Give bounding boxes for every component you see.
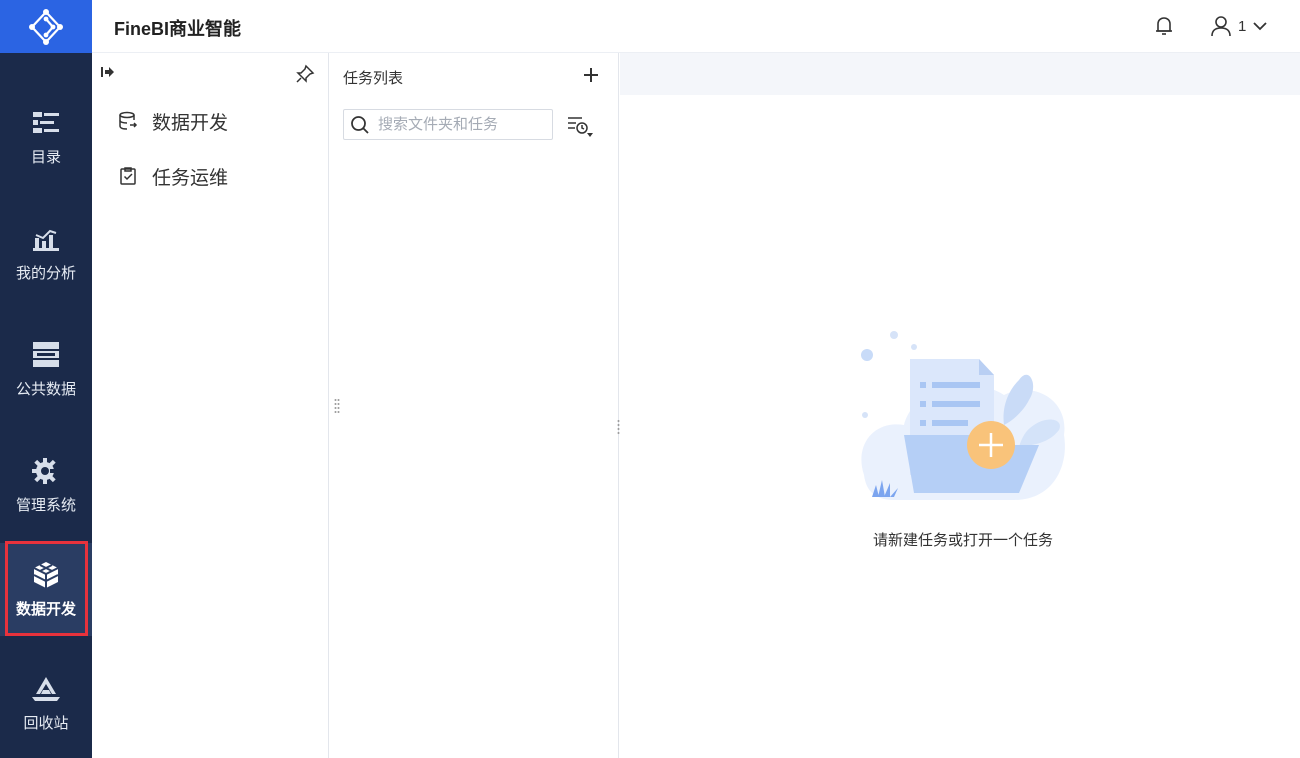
notification-bell-icon[interactable] — [1152, 14, 1176, 38]
database-icon — [119, 111, 138, 130]
rail-item-recycle-bin[interactable]: 回收站 — [0, 655, 92, 751]
collapse-panel-icon[interactable] — [100, 64, 116, 80]
subnav-item-task-ops[interactable]: 任务运维 — [118, 161, 228, 191]
search-icon — [351, 115, 369, 134]
subnav-item-label: 任务运维 — [152, 167, 229, 189]
user-icon — [1211, 16, 1231, 37]
task-search-input[interactable] — [378, 116, 538, 133]
user-name: 1 — [1238, 17, 1247, 35]
empty-state-message: 请新建任务或打开一个任务 — [872, 532, 1053, 549]
user-menu[interactable]: 1 — [1210, 13, 1268, 39]
subnav-item-data-development[interactable]: 数据开发 — [118, 106, 228, 136]
rail-item-label: 管理系统 — [15, 496, 76, 514]
top-bar: FineBI商业智能 1 — [92, 0, 1300, 53]
app-title: FineBI商业智能 — [114, 19, 242, 39]
subnav-item-label: 数据开发 — [152, 112, 229, 134]
rail-item-management[interactable]: 管理系统 — [0, 437, 92, 533]
filter-sort-icon[interactable] — [566, 113, 594, 139]
task-search-box[interactable] — [343, 109, 553, 140]
catalog-icon — [31, 108, 61, 138]
rail-item-label: 我的分析 — [15, 264, 76, 282]
left-rail: 目录 我的分析 公共数据 管理系统 数据开发 回收站 — [0, 0, 92, 758]
chart-icon — [31, 224, 61, 254]
rail-item-catalog[interactable]: 目录 — [0, 89, 92, 185]
cubes-icon — [31, 560, 61, 590]
task-list-panel: 任务列表 — [329, 53, 619, 758]
rail-item-my-analysis[interactable]: 我的分析 — [0, 205, 92, 301]
public-data-icon — [31, 340, 61, 370]
rail-item-public-data[interactable]: 公共数据 — [0, 321, 92, 417]
rail-item-data-development[interactable]: 数据开发 — [0, 543, 92, 636]
gear-icon — [31, 456, 61, 486]
rail-item-label: 数据开发 — [15, 601, 76, 618]
chevron-down-icon — [1253, 22, 1267, 31]
add-task-icon[interactable] — [580, 64, 602, 86]
main-tab-strip — [620, 53, 1300, 95]
recycle-icon — [31, 674, 61, 704]
rail-item-label: 目录 — [30, 148, 61, 166]
clipboard-check-icon — [120, 167, 136, 185]
rail-item-label: 公共数据 — [15, 380, 76, 398]
task-list-title: 任务列表 — [343, 70, 404, 87]
secondary-nav: 数据开发 任务运维 — [92, 53, 329, 758]
logo-icon — [29, 8, 63, 45]
app-logo[interactable] — [0, 0, 92, 53]
empty-state-illustration-icon — [854, 325, 1074, 515]
resize-handle[interactable] — [334, 398, 340, 416]
rail-item-label: 回收站 — [23, 714, 69, 732]
pin-icon[interactable] — [295, 64, 315, 84]
